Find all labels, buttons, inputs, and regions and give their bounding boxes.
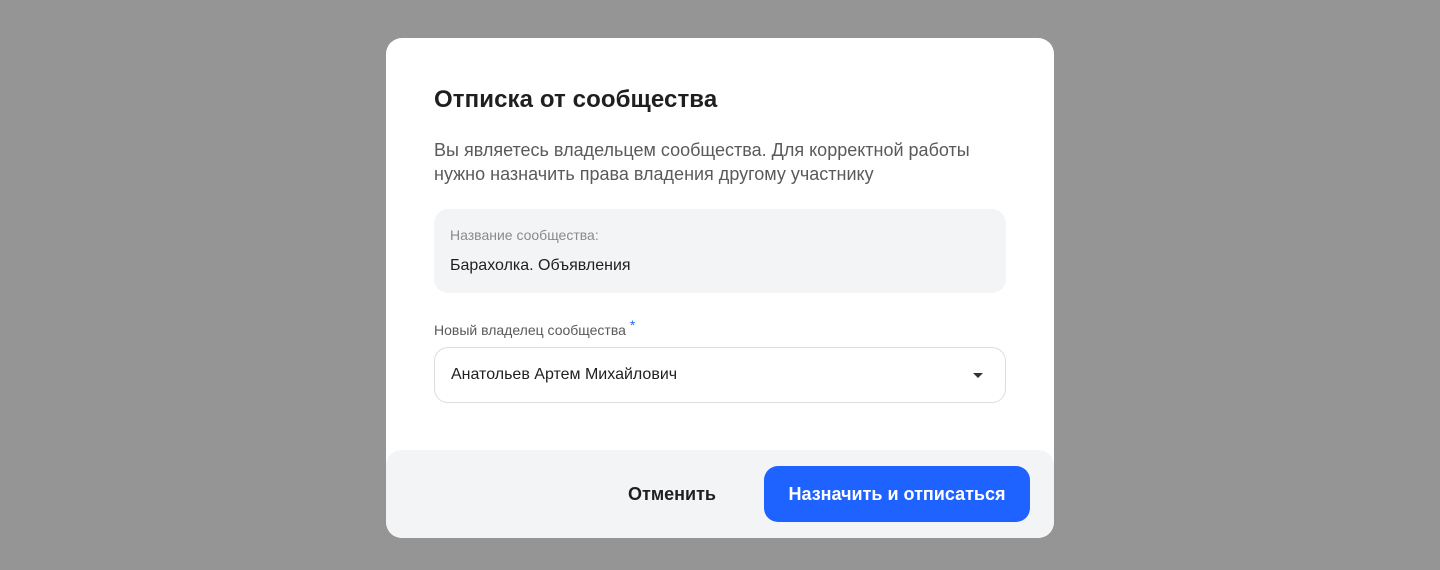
unsubscribe-dialog: Отписка от сообщества Вы являетесь владе… xyxy=(386,38,1054,538)
new-owner-select[interactable]: Анатольев Артем Михайлович xyxy=(434,347,1006,403)
dialog-description: Вы являетесь владельцем сообщества. Для … xyxy=(434,140,970,184)
required-marker: * xyxy=(629,317,636,333)
new-owner-label: Новый владелец сообщества xyxy=(434,322,626,338)
dialog-footer: Отменить Назначить и отписаться xyxy=(386,450,1054,538)
chevron-down-icon xyxy=(973,372,983,378)
cancel-button[interactable]: Отменить xyxy=(628,484,716,505)
community-name-label: Название сообщества: xyxy=(450,227,599,243)
dialog-title: Отписка от сообщества xyxy=(434,86,718,113)
assign-and-unsubscribe-button[interactable]: Назначить и отписаться xyxy=(764,466,1030,522)
new-owner-select-value: Анатольев Артем Михайлович xyxy=(451,366,678,383)
community-name-value: Барахолка. Объявления xyxy=(450,257,631,274)
community-name-box: Название сообщества: Барахолка. Объявлен… xyxy=(434,209,1006,293)
new-owner-label-row: Новый владелец сообщества * xyxy=(434,317,1006,338)
dialog-body: Отписка от сообщества Вы являетесь владе… xyxy=(386,38,1054,403)
